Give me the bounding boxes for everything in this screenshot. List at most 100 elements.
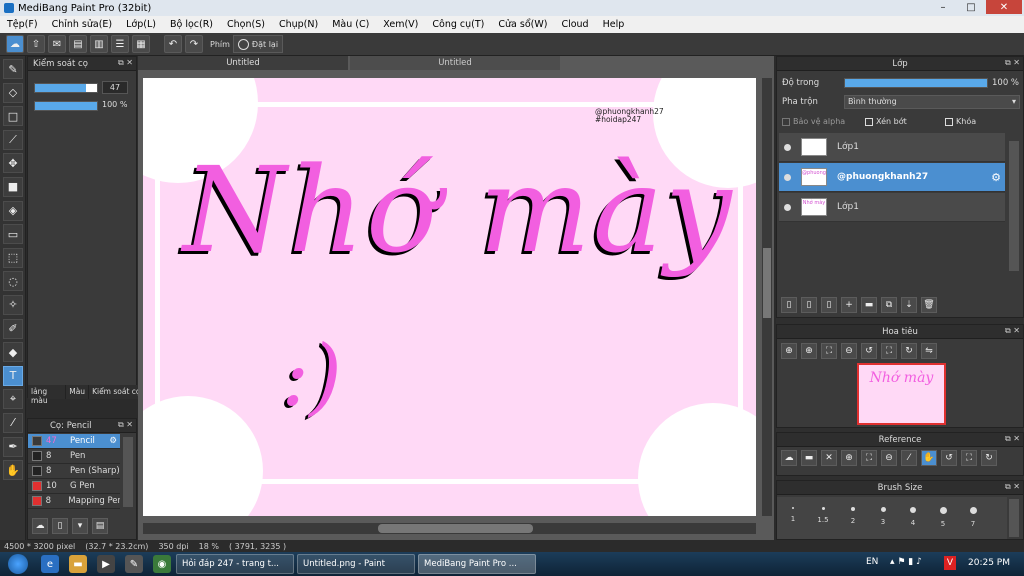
layer-row[interactable]: Lớp1	[779, 133, 1005, 162]
panel-close-icon[interactable]: ⧉ ✕	[118, 420, 133, 430]
menu-filter[interactable]: Bộ lọc(R)	[163, 19, 220, 30]
canvas-vertical-scrollbar[interactable]	[762, 78, 772, 516]
undo-icon[interactable]: ↶	[164, 35, 182, 53]
task-paint[interactable]: Untitled.png - Paint	[297, 554, 415, 574]
list-icon[interactable]: ☰	[111, 35, 129, 53]
move-tool-icon[interactable]: ✥	[3, 153, 23, 174]
add-layer-icon[interactable]: +	[841, 297, 857, 313]
brush-size-scrollbar[interactable]	[1009, 499, 1019, 537]
flip-icon[interactable]: ⇋	[921, 343, 937, 359]
brush-size-option[interactable]: 2	[839, 501, 867, 525]
brush-size-option[interactable]: 5	[929, 501, 957, 528]
brush-item[interactable]: 10 G Pen	[28, 479, 120, 494]
eyedropper-tool-icon[interactable]: ⁄	[3, 412, 23, 433]
reset-view-icon[interactable]: ⛶	[881, 343, 897, 359]
grid-icon[interactable]: ▦	[132, 35, 150, 53]
tab-untitled-2[interactable]: Untitled	[350, 56, 560, 70]
select-pen-tool-icon[interactable]: ✐	[3, 318, 23, 339]
document-icon[interactable]: ▤	[69, 35, 87, 53]
panel-close-icon[interactable]: ⧉ ✕	[1005, 326, 1020, 336]
new-8bit-layer-icon[interactable]: ▯	[821, 297, 837, 313]
panel-close-icon[interactable]: ⧉ ✕	[118, 58, 133, 68]
new-layer-icon[interactable]: ▯	[781, 297, 797, 313]
brush-item[interactable]: 8 Pen (Sharp)	[28, 464, 120, 479]
rotate-left-icon[interactable]: ↺	[861, 343, 877, 359]
close-icon[interactable]: ✕	[821, 450, 837, 466]
chat-icon[interactable]: ✉	[48, 35, 66, 53]
tab-untitled-1[interactable]: Untitled	[138, 56, 348, 70]
layer-row[interactable]: @phuong @phuongkhanh27 ⚙	[779, 163, 1005, 192]
zoom-out-icon[interactable]: ⊖	[841, 343, 857, 359]
page-icon[interactable]: ▥	[90, 35, 108, 53]
layer-list-scrollbar[interactable]	[1009, 141, 1019, 271]
lock-checkbox[interactable]: Khóa	[945, 117, 976, 126]
text-tool-icon[interactable]: T	[3, 365, 23, 386]
menu-select[interactable]: Chọn(S)	[220, 19, 272, 30]
explorer-icon[interactable]: ▬	[69, 555, 87, 573]
cloud-icon[interactable]: ☁	[6, 35, 24, 53]
tab-color[interactable]: Màu	[66, 385, 90, 399]
brush-item[interactable]: 47 Pencil ⚙	[28, 434, 120, 449]
maximize-button[interactable]: □	[960, 0, 982, 14]
gear-icon[interactable]: ⚙	[109, 436, 117, 446]
panel-close-icon[interactable]: ⧉ ✕	[1005, 434, 1020, 444]
panel-close-icon[interactable]: ⧉ ✕	[1005, 482, 1020, 492]
start-button[interactable]	[0, 552, 36, 576]
brush-size-option[interactable]: 1.5	[809, 501, 837, 524]
antivirus-icon[interactable]: V	[944, 556, 956, 570]
close-button[interactable]: ✕	[986, 0, 1022, 14]
reset-button[interactable]: Đặt lại	[232, 35, 284, 53]
menu-file[interactable]: Tệp(F)	[0, 19, 45, 30]
rotate-right-icon[interactable]: ↻	[901, 343, 917, 359]
chrome-icon[interactable]: ◉	[153, 555, 171, 573]
menu-window[interactable]: Cửa sổ(W)	[491, 19, 554, 30]
zoom-in-icon[interactable]: ⊕	[841, 450, 857, 466]
brush-item[interactable]: 8 Mapping Pen	[28, 494, 120, 509]
gradient-tool-icon[interactable]: ▭	[3, 224, 23, 245]
menu-snap[interactable]: Chụp(N)	[272, 19, 325, 30]
divide-tool-icon[interactable]: ⌖	[3, 389, 23, 410]
pen-tool-icon[interactable]: ✒	[3, 436, 23, 457]
eye-icon[interactable]	[784, 143, 791, 151]
gear-icon[interactable]: ⚙	[991, 171, 1001, 184]
menu-help[interactable]: Help	[596, 19, 632, 30]
eye-icon[interactable]	[784, 203, 791, 211]
magic-wand-tool-icon[interactable]: ✧	[3, 294, 23, 315]
brush-opacity-slider[interactable]	[34, 101, 98, 111]
canvas-horizontal-scrollbar[interactable]	[143, 523, 756, 534]
clipping-checkbox[interactable]: Xén bớt	[865, 117, 907, 126]
menu-tools[interactable]: Công cụ(T)	[425, 19, 491, 30]
brush-size-option[interactable]: 4	[899, 501, 927, 527]
language-indicator[interactable]: EN	[866, 557, 878, 567]
folder-icon[interactable]: ▬	[861, 297, 877, 313]
bucket-tool-icon[interactable]: ◈	[3, 200, 23, 221]
redo-icon[interactable]: ↷	[185, 35, 203, 53]
hand-tool-icon[interactable]: ✋	[3, 460, 23, 481]
select-tool-icon[interactable]: ⬚	[3, 247, 23, 268]
layer-opacity-slider[interactable]	[844, 78, 988, 88]
panel-close-icon[interactable]: ⧉ ✕	[1005, 58, 1020, 68]
line-tool-icon[interactable]: ⟋	[3, 129, 23, 150]
add-brush-icon[interactable]: ▾	[72, 518, 88, 534]
tab-brush-control[interactable]: Kiểm soát cọ	[89, 385, 138, 399]
menu-cloud[interactable]: Cloud	[554, 19, 595, 30]
export-icon[interactable]: ⇧	[27, 35, 45, 53]
blend-mode-select[interactable]: Bình thường ▾	[844, 95, 1020, 109]
eraser-tool-icon[interactable]: ◇	[3, 82, 23, 103]
protect-alpha-checkbox[interactable]: Bảo vệ alpha	[782, 117, 845, 126]
lasso-tool-icon[interactable]: ◌	[3, 271, 23, 292]
eye-icon[interactable]	[784, 173, 791, 181]
menu-color[interactable]: Màu (C)	[325, 19, 376, 30]
cloud-icon[interactable]: ☁	[781, 450, 797, 466]
zoom-in-icon[interactable]: ⊕	[801, 343, 817, 359]
task-medibang[interactable]: MediBang Paint Pro ...	[418, 554, 536, 574]
rectangle-tool-icon[interactable]: □	[3, 106, 23, 127]
menu-edit[interactable]: Chỉnh sửa(E)	[45, 19, 120, 30]
trash-icon[interactable]: 🗑	[921, 297, 937, 313]
menu-view[interactable]: Xem(V)	[376, 19, 425, 30]
rotate-left-icon[interactable]: ↺	[941, 450, 957, 466]
open-folder-icon[interactable]: ▬	[801, 450, 817, 466]
minimize-button[interactable]: –	[932, 0, 954, 14]
duplicate-layer-icon[interactable]: ⧉	[881, 297, 897, 313]
merge-layer-icon[interactable]: ⇣	[901, 297, 917, 313]
